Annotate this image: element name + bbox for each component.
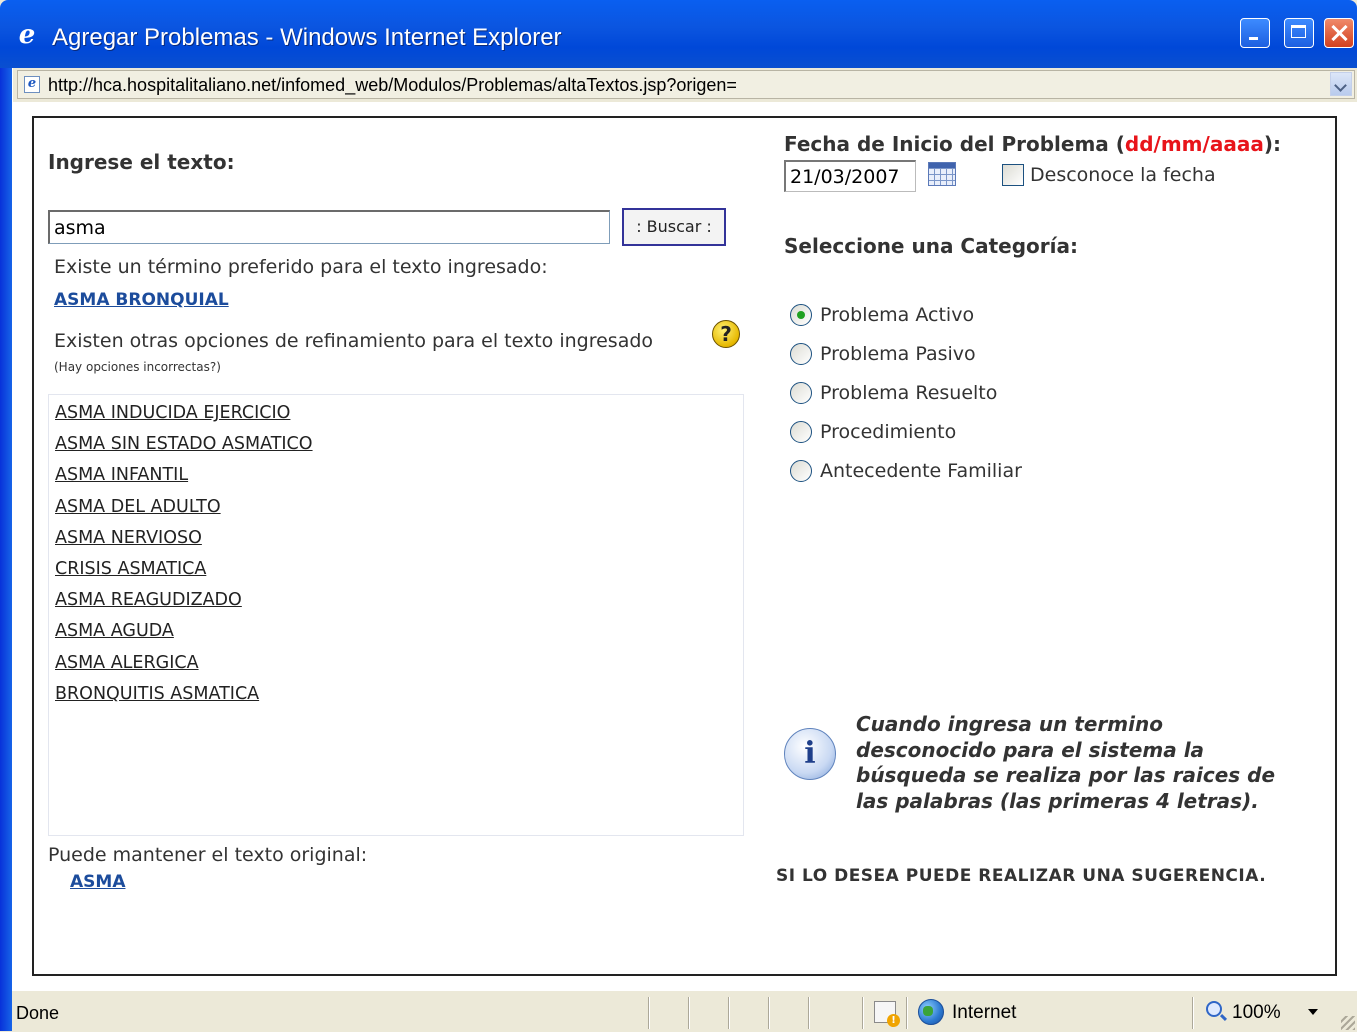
refinement-option-link[interactable]: ASMA AGUDA bbox=[55, 621, 174, 641]
list-item: ASMA SIN ESTADO ASMATICO bbox=[55, 434, 743, 465]
list-item: CRISIS ASMATICA bbox=[55, 559, 743, 590]
info-message: Cuando ingresa un termino desconocido pa… bbox=[856, 712, 1276, 813]
refinement-option-link[interactable]: ASMA NERVIOSO bbox=[55, 528, 202, 548]
unknown-date-checkbox[interactable] bbox=[1002, 164, 1024, 186]
window-title: Agregar Problemas - Windows Internet Exp… bbox=[52, 24, 562, 51]
radio-label[interactable]: Problema Activo bbox=[820, 304, 974, 326]
refinement-options-list: ASMA INDUCIDA EJERCICIO ASMA SIN ESTADO … bbox=[49, 395, 743, 715]
window-frame bbox=[0, 68, 12, 1031]
list-item: ASMA DEL ADULTO bbox=[55, 497, 743, 528]
page-icon: e bbox=[24, 76, 40, 93]
search-input[interactable] bbox=[48, 210, 610, 244]
radio-label[interactable]: Problema Pasivo bbox=[820, 343, 976, 365]
date-format-open: ( bbox=[1108, 132, 1125, 156]
minimize-button[interactable] bbox=[1240, 18, 1270, 48]
list-item: ASMA INDUCIDA EJERCICIO bbox=[55, 403, 743, 434]
refinement-option-link[interactable]: ASMA REAGUDIZADO bbox=[55, 590, 242, 610]
status-divider bbox=[768, 997, 770, 1029]
list-item: ASMA INFANTIL bbox=[55, 465, 743, 496]
radio-button[interactable] bbox=[790, 343, 812, 365]
title-bar[interactable]: e Agregar Problemas - Windows Internet E… bbox=[0, 0, 1357, 68]
list-item: BRONQUITIS ASMATICA bbox=[55, 684, 743, 715]
list-item: ASMA NERVIOSO bbox=[55, 528, 743, 559]
address-dropdown-button[interactable] bbox=[1330, 72, 1352, 96]
calendar-icon[interactable] bbox=[928, 162, 956, 186]
keep-original-label: Puede mantener el texto original: bbox=[48, 844, 368, 866]
start-date-field[interactable] bbox=[784, 160, 916, 192]
globe-icon bbox=[918, 999, 944, 1025]
preferred-term-intro: Existe un término preferido para el text… bbox=[54, 256, 548, 278]
resize-grip[interactable] bbox=[1341, 1016, 1355, 1030]
status-divider bbox=[862, 997, 864, 1029]
address-field[interactable]: e http://hca.hospitalitaliano.net/infome… bbox=[17, 70, 1355, 99]
close-button[interactable] bbox=[1324, 18, 1354, 48]
refine-intro: Existen otras opciones de refinamiento p… bbox=[54, 330, 654, 352]
original-term-link[interactable]: ASMA bbox=[70, 872, 125, 892]
refinement-option-link[interactable]: ASMA SIN ESTADO ASMATICO bbox=[55, 434, 313, 454]
radio-button[interactable] bbox=[790, 382, 812, 404]
start-date-label: Fecha de Inicio del Problema (dd/mm/aaaa… bbox=[784, 132, 1281, 156]
list-item: ASMA AGUDA bbox=[55, 621, 743, 652]
status-bar: Done Internet 100% bbox=[12, 990, 1357, 1032]
status-divider bbox=[728, 997, 730, 1029]
preferred-term-link[interactable]: ASMA BRONQUIAL bbox=[54, 290, 229, 310]
maximize-button[interactable] bbox=[1284, 18, 1314, 48]
radio-button[interactable] bbox=[790, 304, 812, 326]
page-content: Ingrese el texto: : Buscar : Existe un t… bbox=[12, 102, 1357, 990]
address-bar: e http://hca.hospitalitaliano.net/infome… bbox=[12, 68, 1357, 102]
unknown-date-label[interactable]: Desconoce la fecha bbox=[1030, 164, 1216, 186]
refinement-option-link[interactable]: ASMA INDUCIDA EJERCICIO bbox=[55, 403, 290, 423]
refinement-option-link[interactable]: ASMA DEL ADULTO bbox=[55, 497, 221, 517]
status-divider bbox=[906, 997, 908, 1029]
info-icon: i bbox=[784, 728, 836, 780]
input-label: Ingrese el texto: bbox=[48, 150, 235, 174]
radio-button[interactable] bbox=[790, 421, 812, 443]
status-divider bbox=[648, 997, 650, 1029]
radio-label[interactable]: Procedimiento bbox=[820, 421, 956, 443]
radio-label[interactable]: Antecedente Familiar bbox=[820, 460, 1022, 482]
status-text: Done bbox=[16, 1003, 60, 1023]
chevron-down-icon[interactable] bbox=[1308, 1009, 1318, 1015]
zoom-icon[interactable] bbox=[1206, 1001, 1222, 1017]
refinement-option-link[interactable]: CRISIS ASMATICA bbox=[55, 559, 206, 579]
address-url[interactable]: http://hca.hospitalitaliano.net/infomed_… bbox=[48, 75, 737, 96]
radio-label[interactable]: Problema Resuelto bbox=[820, 382, 997, 404]
suggestion-link[interactable]: SI LO DESEA PUEDE REALIZAR UNA SUGERENCI… bbox=[776, 866, 1266, 886]
refinement-option-link[interactable]: ASMA ALERGICA bbox=[55, 653, 199, 673]
start-date-label-text: Fecha de Inicio del Problema bbox=[784, 132, 1109, 156]
date-format-hint: dd/mm/aaaa bbox=[1124, 132, 1264, 156]
buscar-button[interactable]: : Buscar : bbox=[622, 208, 726, 246]
refinement-option-link[interactable]: ASMA INFANTIL bbox=[55, 465, 188, 485]
date-format-close: ): bbox=[1263, 132, 1281, 156]
category-label: Seleccione una Categoría: bbox=[784, 234, 1078, 258]
ie-logo-icon: e bbox=[18, 20, 36, 50]
refinement-option-link[interactable]: BRONQUITIS ASMATICA bbox=[55, 684, 259, 704]
list-item: ASMA ALERGICA bbox=[55, 653, 743, 684]
form-panel: Ingrese el texto: : Buscar : Existe un t… bbox=[32, 116, 1337, 976]
security-zone[interactable]: Internet bbox=[952, 1002, 1016, 1024]
list-item: ASMA REAGUDIZADO bbox=[55, 590, 743, 621]
status-divider bbox=[808, 997, 810, 1029]
security-warning-icon[interactable] bbox=[874, 1001, 900, 1027]
status-divider bbox=[1192, 997, 1194, 1029]
radio-button[interactable] bbox=[790, 460, 812, 482]
status-divider bbox=[688, 997, 690, 1029]
zoom-level[interactable]: 100% bbox=[1232, 1002, 1281, 1024]
incorrect-options-note[interactable]: (Hay opciones incorrectas?) bbox=[54, 360, 221, 374]
question-icon[interactable]: ? bbox=[712, 320, 740, 348]
refinement-options-box: ASMA INDUCIDA EJERCICIO ASMA SIN ESTADO … bbox=[48, 394, 744, 836]
